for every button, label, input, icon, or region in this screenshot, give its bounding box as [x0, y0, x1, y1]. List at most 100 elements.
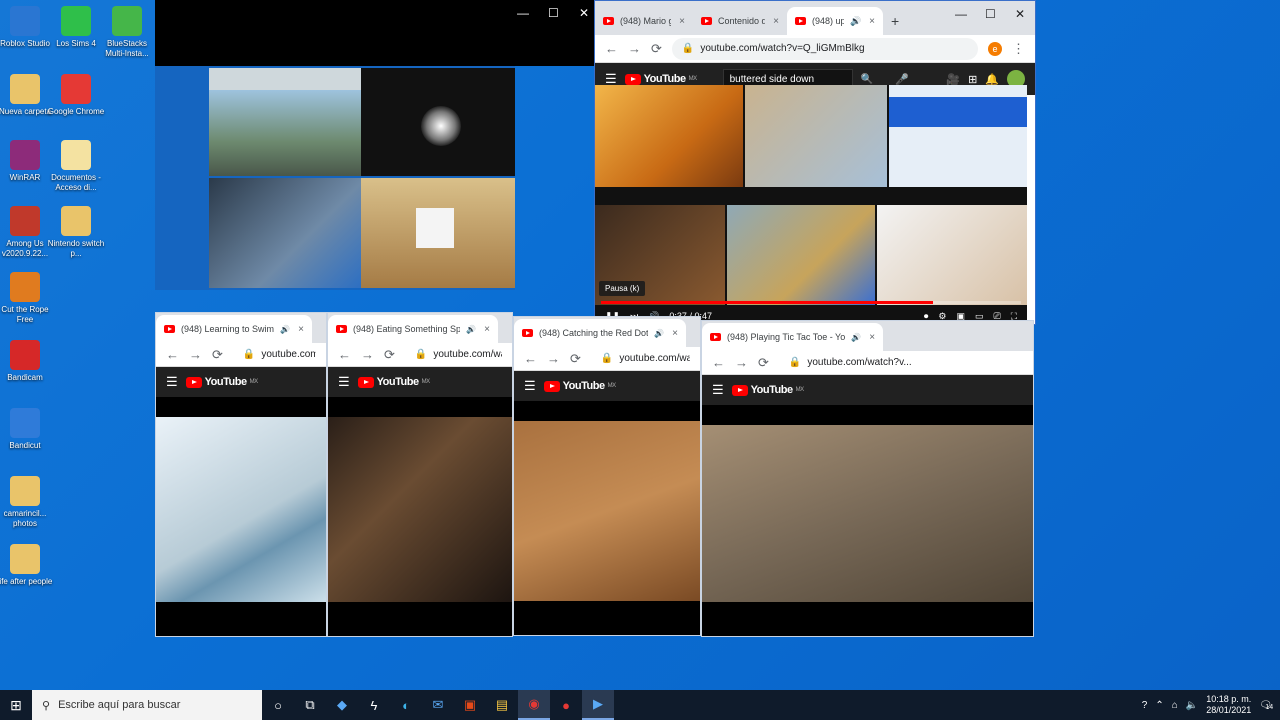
edge-icon[interactable]: ◐ [390, 690, 422, 720]
youtube-logo[interactable]: YouTube MX [185, 376, 258, 388]
taskbar-search[interactable]: ⚲ Escribe aquí para buscar [32, 690, 262, 720]
reload-icon[interactable]: ⟳ [651, 41, 662, 57]
file-explorer-icon[interactable]: ▤ [486, 690, 518, 720]
help-icon[interactable]: ? [1142, 700, 1148, 711]
desktop-icon-4[interactable]: Cut the Rope Free [0, 272, 54, 325]
desktop-icon-8[interactable]: life after people [0, 544, 54, 587]
bolt-app-icon[interactable]: ϟ [358, 690, 390, 720]
back-icon[interactable]: ← [712, 355, 725, 370]
tab-active[interactable]: (948) Learning to Swim - Yo 🔊 × [156, 315, 312, 343]
progress-bar[interactable] [601, 301, 1021, 304]
url-field[interactable]: 🔒 youtube.com/watch?v... [778, 351, 1023, 374]
back-icon[interactable]: ← [524, 351, 537, 366]
bandicut-taskbar-icon[interactable]: ▶ [582, 690, 614, 720]
video-player[interactable]: Pausa (k) ❚❚ ⏭ 🔊 0:37 / 0:47 ⏺ ⚙ ▣ ▭ ⎚ ⛶ [595, 85, 1027, 324]
chrome-window-2[interactable]: (948) Eating Something Spic 🔊 × ← → ⟳ 🔒 y… [327, 312, 513, 637]
chrome-window-4[interactable]: (948) Playing Tic Tac Toe - Yo 🔊 × ← → ⟳… [701, 320, 1034, 637]
hamburger-menu-icon[interactable]: ☰ [524, 378, 536, 394]
clock[interactable]: 10:18 p. m. 28/01/2021 [1206, 694, 1251, 716]
back-icon[interactable]: ← [166, 347, 179, 362]
chrome-taskbar-icon[interactable]: ◉ [518, 690, 550, 720]
forward-icon[interactable]: → [735, 355, 748, 370]
menu-icon[interactable]: ⋮ [1012, 41, 1025, 57]
desktop-icon-bluestacks[interactable]: BlueStacks Multi-Insta... [98, 6, 156, 59]
cortana-icon[interactable]: ○ [262, 690, 294, 720]
close-tab-icon[interactable]: × [869, 332, 875, 343]
forward-icon[interactable]: → [547, 351, 560, 366]
desktop-icon-3[interactable]: Among Us v2020.9.22... [0, 206, 54, 259]
close-button[interactable]: ✕ [1015, 7, 1025, 21]
desktop-icon-5[interactable]: Bandicam [0, 340, 54, 383]
close-tab-icon[interactable]: × [672, 328, 678, 339]
start-button[interactable]: ⊞ [0, 690, 32, 720]
back-icon[interactable]: ← [605, 41, 618, 56]
bandicam-taskbar-icon[interactable]: ● [550, 690, 582, 720]
forward-icon[interactable]: → [361, 347, 374, 362]
reload-icon[interactable]: ⟳ [758, 355, 769, 371]
mail-icon[interactable]: ✉ [422, 690, 454, 720]
volume-tray-icon[interactable]: 🔈 [1186, 700, 1198, 711]
url-field[interactable]: 🔒youtube.com/watch?v [404, 343, 502, 366]
chevron-up-icon[interactable]: ⌃ [1155, 700, 1163, 711]
tab-up[interactable]: (948) up t 🔊 × [787, 7, 883, 35]
maximize-button[interactable]: ☐ [548, 6, 559, 20]
network-icon[interactable]: ⌂ [1172, 700, 1178, 711]
close-tab-icon[interactable]: × [298, 324, 304, 335]
url-field[interactable]: 🔒 youtube.com/watch?v=Q_liGMmBlkg [671, 37, 978, 60]
desktop-icon-col2-2[interactable]: Documentos - Acceso di... [47, 140, 105, 193]
url-field[interactable]: 🔒youtube.com/watch?v [590, 347, 690, 370]
minimize-button[interactable]: — [517, 6, 529, 20]
youtube-logo[interactable]: YouTube MX [624, 73, 697, 85]
forward-icon[interactable]: → [628, 41, 641, 56]
close-tab-icon[interactable]: × [484, 324, 490, 335]
task-view-icon[interactable]: ⧉ [294, 690, 326, 720]
reload-icon[interactable]: ⟳ [570, 351, 581, 367]
back-icon[interactable]: ← [338, 347, 351, 362]
search-icon[interactable]: 🔍 [861, 74, 873, 85]
notifications-icon[interactable]: 🔔 [985, 73, 999, 86]
office-icon[interactable]: ▣ [454, 690, 486, 720]
desktop-icon-1[interactable]: Nueva carpeta [0, 74, 54, 117]
desktop-icon-col2-3[interactable]: Nintendo switch p... [47, 206, 105, 259]
tab-active[interactable]: (948) Playing Tic Tac Toe - Yo 🔊 × [702, 323, 884, 351]
url-field[interactable]: 🔒youtube.com/watch [232, 343, 316, 366]
reload-icon[interactable]: ⟳ [212, 347, 223, 363]
tab-active[interactable]: (948) Eating Something Spic 🔊 × [328, 315, 498, 343]
maximize-button[interactable]: ☐ [985, 7, 996, 21]
desktop-icon-6[interactable]: Bandicut [0, 408, 54, 451]
desktop-icon-col2-0[interactable]: Los Sims 4 [47, 6, 105, 49]
reload-icon[interactable]: ⟳ [384, 347, 395, 363]
notifications-center-icon[interactable]: 🗨 14 [1259, 700, 1273, 711]
video-player[interactable] [328, 417, 512, 602]
forward-icon[interactable]: → [189, 347, 202, 362]
new-tab-button[interactable]: + [891, 13, 899, 29]
recording-window[interactable]: — ☐ ✕ [155, 0, 595, 66]
profile-avatar[interactable]: e [988, 41, 1002, 56]
hamburger-menu-icon[interactable]: ☰ [338, 374, 350, 390]
minimize-button[interactable]: — [955, 7, 967, 21]
youtube-logo[interactable]: YouTube MX [357, 376, 430, 388]
chrome-window-main[interactable]: (948) Mario ge × Contenido del × (948) u… [594, 0, 1036, 325]
desktop-icon-0[interactable]: Roblox Studio [0, 6, 54, 49]
hamburger-menu-icon[interactable]: ☰ [166, 374, 178, 390]
desktop-icon-col2-1[interactable]: Google Chrome [47, 74, 105, 117]
video-player[interactable] [156, 417, 326, 602]
create-video-icon[interactable]: 🎥 [946, 73, 960, 86]
close-tab-icon[interactable]: × [773, 16, 779, 27]
chrome-window-3[interactable]: (948) Catching the Red Dot 🔊 × ← → ⟳ 🔒 yo… [513, 316, 701, 636]
youtube-logo[interactable]: YouTube MX [731, 384, 804, 396]
tab-mario[interactable]: (948) Mario ge × [595, 7, 693, 35]
tab-contenido[interactable]: Contenido del × [693, 7, 787, 35]
tab-active[interactable]: (948) Catching the Red Dot 🔊 × [514, 319, 686, 347]
dropbox-icon[interactable]: ◆ [326, 690, 358, 720]
close-tab-icon[interactable]: × [679, 16, 685, 27]
close-button[interactable]: ✕ [579, 6, 589, 20]
apps-grid-icon[interactable]: ⊞ [968, 73, 977, 86]
video-player[interactable] [702, 425, 1033, 602]
hamburger-menu-icon[interactable]: ☰ [712, 382, 724, 398]
mic-icon[interactable]: 🎤 [895, 73, 909, 86]
close-tab-icon[interactable]: × [869, 16, 875, 27]
desktop-icon-7[interactable]: camarincil... photos [0, 476, 54, 529]
video-player[interactable] [514, 421, 700, 601]
chrome-window-1[interactable]: (948) Learning to Swim - Yo 🔊 × ← → ⟳ 🔒y… [155, 312, 327, 637]
